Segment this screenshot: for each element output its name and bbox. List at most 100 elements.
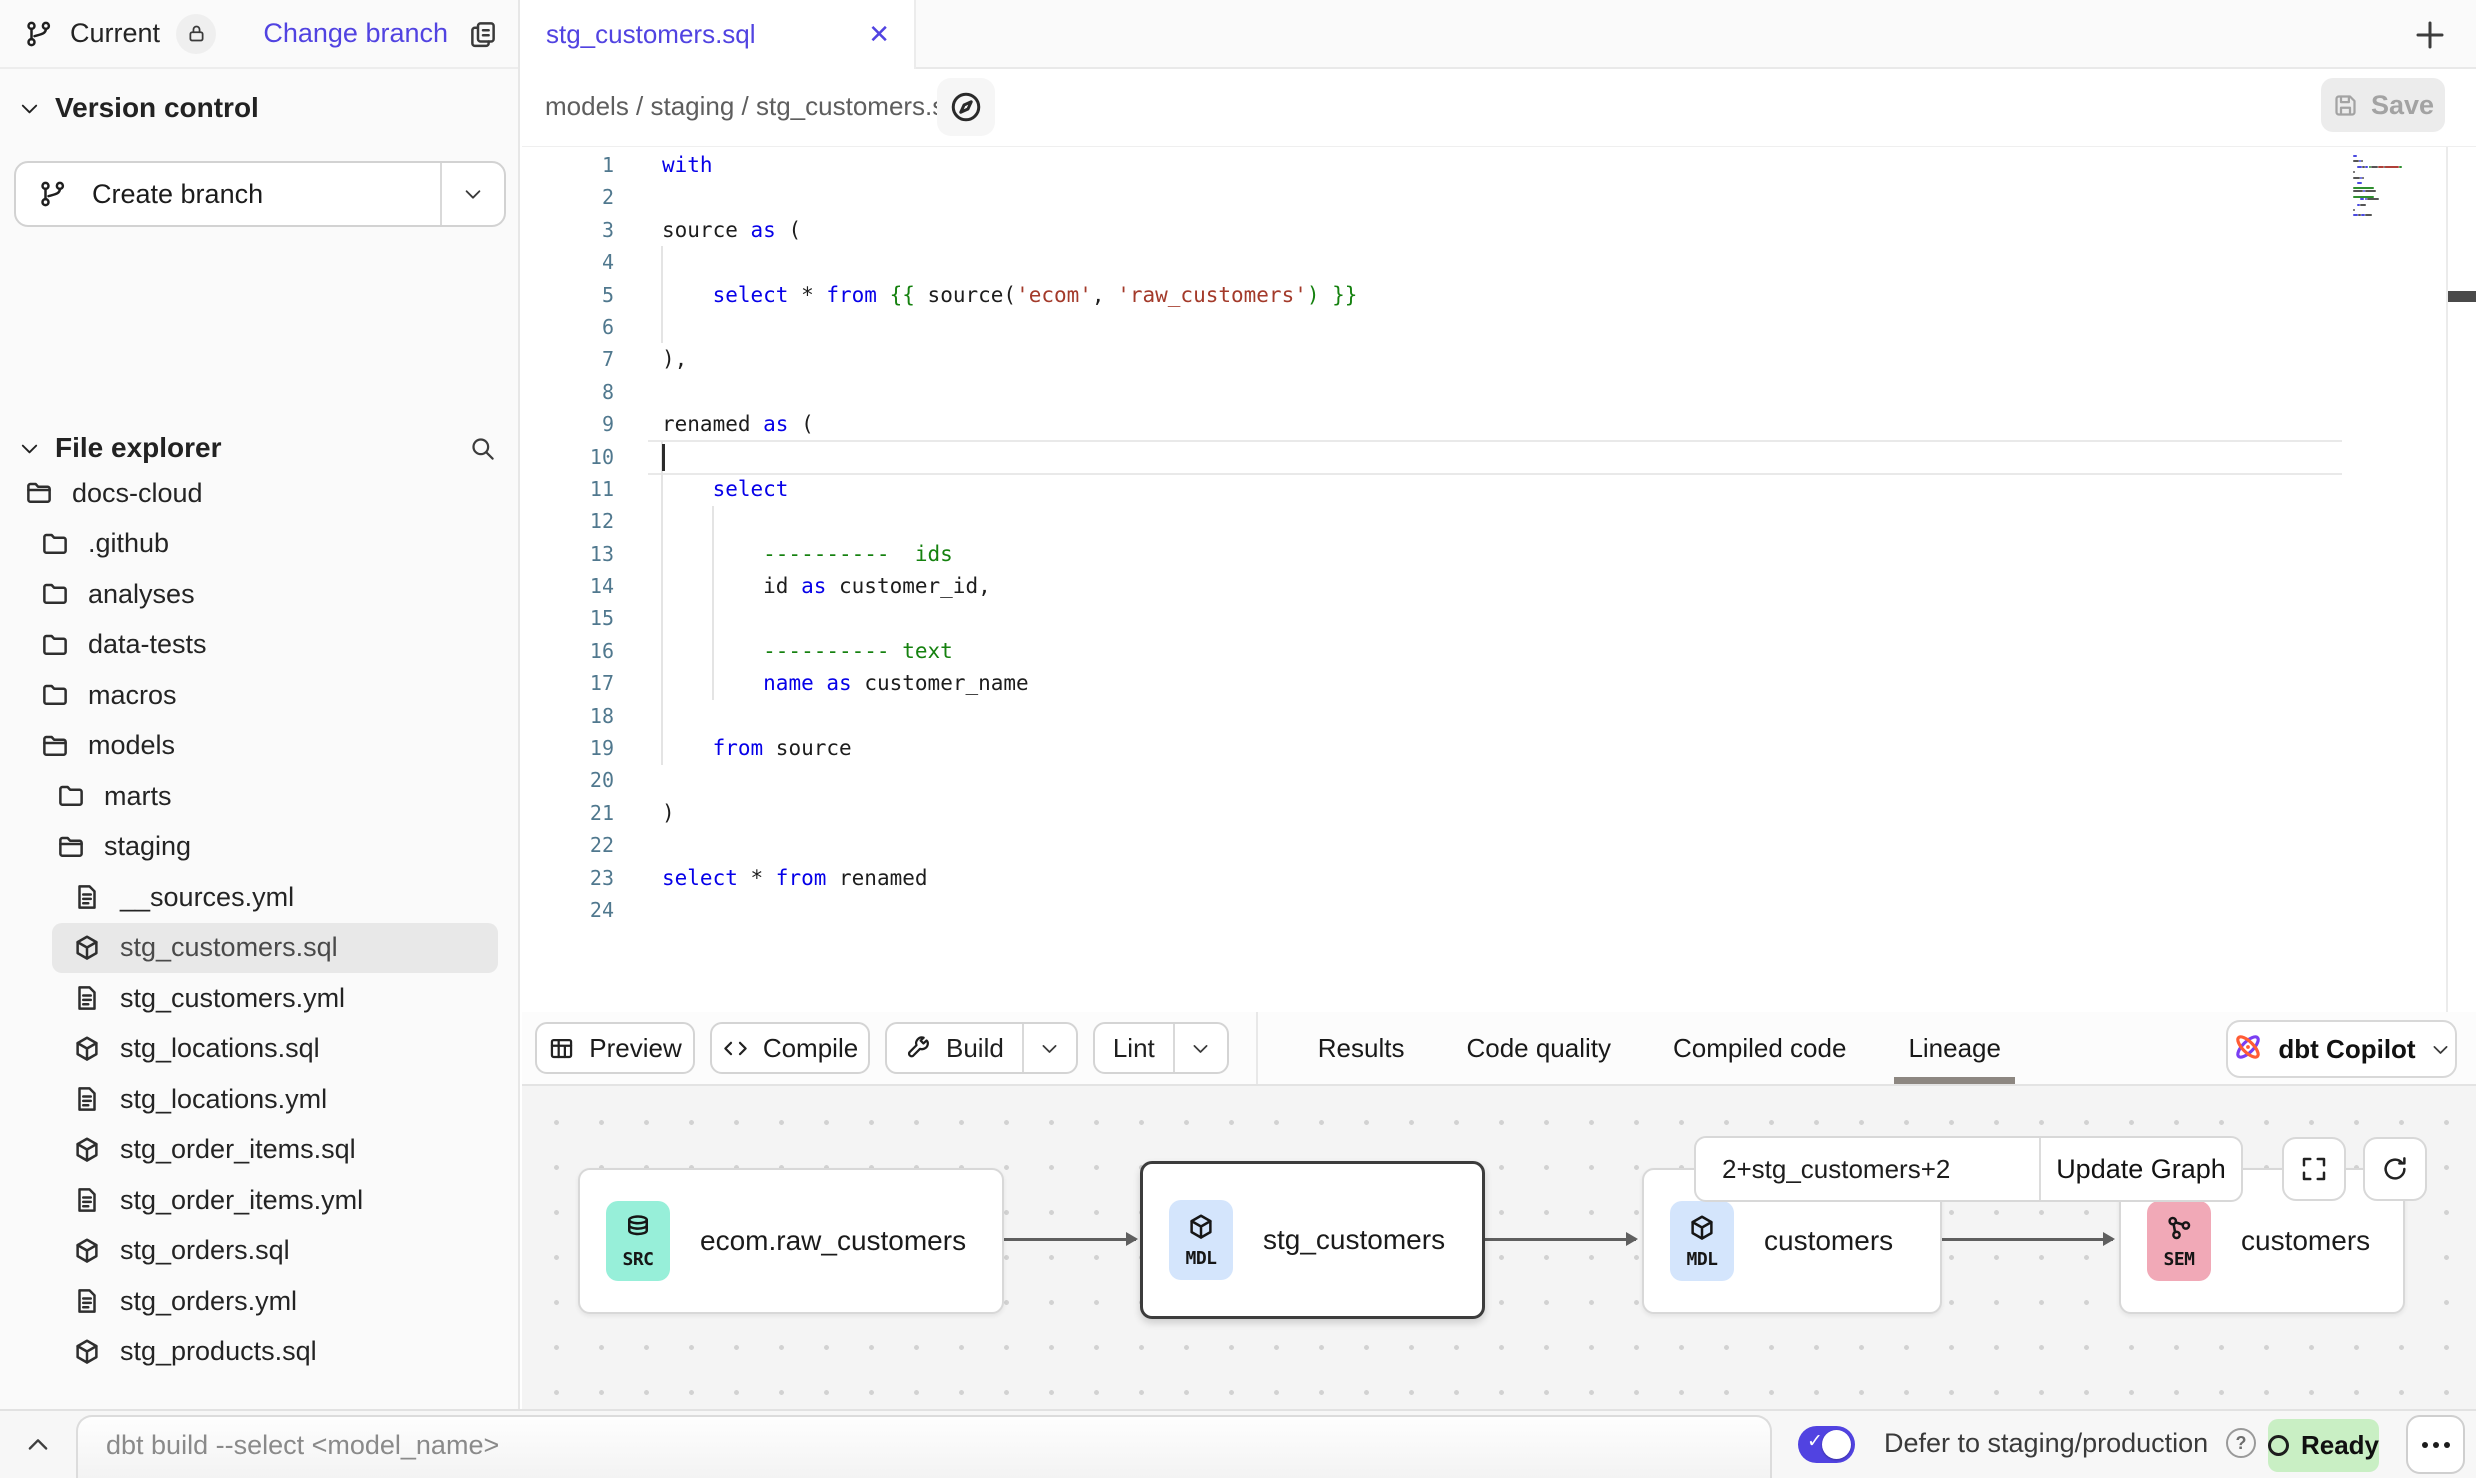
lint-button[interactable]: Lint xyxy=(1095,1024,1173,1072)
git-branch-icon xyxy=(38,179,68,209)
version-control-header[interactable]: Version control xyxy=(0,86,518,130)
code-line: 11 select xyxy=(522,473,2476,505)
expand-command-bar-button[interactable] xyxy=(24,1431,52,1459)
line-number: 20 xyxy=(522,764,614,796)
refresh-button[interactable] xyxy=(2363,1137,2427,1201)
command-input[interactable]: dbt build --select <model_name> xyxy=(76,1415,1772,1478)
file-tree-item-label: analyses xyxy=(88,579,195,610)
defer-toggle[interactable]: ✓ xyxy=(1798,1426,1855,1463)
file-tree-item-label: stg_products.sql xyxy=(120,1336,317,1367)
file-tree-item-marts[interactable]: marts xyxy=(0,771,518,822)
tab-compiled-code[interactable]: Compiled code xyxy=(1673,1012,1846,1084)
build-label: Build xyxy=(946,1033,1004,1064)
file-tree-item-stg-order-items-yml[interactable]: stg_order_items.yml xyxy=(0,1175,518,1226)
lint-dropdown[interactable] xyxy=(1173,1024,1227,1072)
toolbar-divider xyxy=(1256,1012,1258,1084)
code-text: id as customer_id, xyxy=(614,570,991,602)
lineage-edge xyxy=(1942,1238,2113,1241)
more-options-button[interactable] xyxy=(2406,1415,2465,1474)
code-line: 10 xyxy=(522,441,2476,473)
file-tree-item-stg-orders-sql[interactable]: stg_orders.sql xyxy=(0,1226,518,1277)
line-number: 4 xyxy=(522,246,614,278)
code-editor[interactable]: 1with23source as (45 select * from {{ so… xyxy=(522,147,2476,1012)
line-number: 22 xyxy=(522,829,614,861)
git-branch-icon xyxy=(24,19,54,49)
file-tree-item--github[interactable]: .github xyxy=(0,519,518,570)
change-branch-link[interactable]: Change branch xyxy=(263,18,448,49)
current-branch-label: Current xyxy=(70,18,160,49)
file-tree-item-stg-customers-yml[interactable]: stg_customers.yml xyxy=(0,973,518,1024)
file-tree-item-stg-locations-yml[interactable]: stg_locations.yml xyxy=(0,1074,518,1125)
lineage-node-stg-customers[interactable]: MDLstg_customers xyxy=(1140,1161,1485,1319)
file-icon xyxy=(72,983,102,1013)
node-type-badge: MDL xyxy=(1670,1201,1734,1281)
file-tree-item-stg-order-items-sql[interactable]: stg_order_items.sql xyxy=(0,1125,518,1176)
tab-stg-customers-sql[interactable]: stg_customers.sql ✕ xyxy=(522,0,916,69)
preview-button[interactable]: Preview xyxy=(535,1022,695,1074)
copy-icon[interactable] xyxy=(468,19,498,49)
branch-lock-chip xyxy=(176,14,216,54)
save-button[interactable]: Save xyxy=(2321,78,2445,132)
scrollbar-thumb[interactable] xyxy=(2448,291,2476,302)
build-button[interactable]: Build xyxy=(887,1024,1022,1072)
fullscreen-button[interactable] xyxy=(2282,1137,2346,1201)
file-explorer-title: File explorer xyxy=(55,432,222,464)
file-icon xyxy=(72,1185,102,1215)
create-branch-button[interactable]: Create branch xyxy=(14,161,506,227)
code-line: 24 xyxy=(522,894,2476,926)
file-tree-item-docs-cloud[interactable]: docs-cloud xyxy=(0,468,518,519)
close-icon[interactable]: ✕ xyxy=(868,19,890,50)
copilot-compass-button[interactable] xyxy=(937,78,995,136)
file-tree-item-stg-products-sql[interactable]: stg_products.sql xyxy=(0,1327,518,1378)
compile-button[interactable]: Compile xyxy=(710,1022,870,1074)
file-tree-item-label: models xyxy=(88,730,175,761)
line-number: 13 xyxy=(522,538,614,570)
file-tree-item-stg-orders-yml[interactable]: stg_orders.yml xyxy=(0,1276,518,1327)
code-text: select * from {{ source('ecom', 'raw_cus… xyxy=(614,279,1357,311)
file-tree-item-macros[interactable]: macros xyxy=(0,670,518,721)
node-type-label: SEM xyxy=(2163,1249,2194,1270)
tab-lineage[interactable]: Lineage xyxy=(1908,1012,2001,1084)
lineage-canvas[interactable]: SRCecom.raw_customers MDLstg_customers MDL… xyxy=(522,1086,2476,1409)
code-line: 21) xyxy=(522,797,2476,829)
code-line: 23select * from renamed xyxy=(522,862,2476,894)
more-options-icon xyxy=(2433,1442,2439,1448)
create-branch-dropdown[interactable] xyxy=(442,183,504,205)
build-dropdown[interactable] xyxy=(1022,1024,1076,1072)
breadcrumb: models / staging / stg_customers.sql xyxy=(545,91,966,122)
code-line: 12 xyxy=(522,505,2476,537)
create-branch-main[interactable]: Create branch xyxy=(16,163,440,225)
code-text xyxy=(614,311,662,343)
new-tab-button[interactable] xyxy=(2412,17,2448,53)
code-text xyxy=(614,894,662,926)
file-tree-item--sources-yml[interactable]: __sources.yml xyxy=(0,872,518,923)
line-number: 19 xyxy=(522,732,614,764)
model-cube-icon xyxy=(1186,1212,1216,1242)
folder-icon xyxy=(40,630,70,660)
check-icon: ✓ xyxy=(1807,1430,1823,1453)
update-graph-button[interactable]: Update Graph xyxy=(2041,1138,2241,1200)
code-text xyxy=(614,764,662,796)
build-split-button[interactable]: Build xyxy=(885,1022,1078,1074)
file-tree-item-analyses[interactable]: analyses xyxy=(0,569,518,620)
line-number: 8 xyxy=(522,376,614,408)
file-tree-item-staging[interactable]: staging xyxy=(0,822,518,873)
minimap-divider xyxy=(2446,147,2448,1012)
file-tree-item-models[interactable]: models xyxy=(0,721,518,772)
lint-split-button[interactable]: Lint xyxy=(1093,1022,1229,1074)
tab-code-quality[interactable]: Code quality xyxy=(1466,1012,1611,1084)
file-explorer-header[interactable]: File explorer xyxy=(0,426,518,470)
line-number: 6 xyxy=(522,311,614,343)
lineage-selector-input[interactable]: 2+stg_customers+2 xyxy=(1696,1138,2039,1200)
search-icon[interactable] xyxy=(469,435,496,462)
status-badge[interactable]: Ready xyxy=(2268,1419,2379,1472)
file-tree-item-stg-customers-sql[interactable]: stg_customers.sql xyxy=(52,923,498,974)
lineage-node-ecom-raw-customers[interactable]: SRCecom.raw_customers xyxy=(578,1168,1004,1314)
chevron-down-icon xyxy=(2430,1039,2451,1060)
dbt-copilot-button[interactable]: dbt Copilot xyxy=(2226,1020,2457,1078)
code-icon xyxy=(722,1035,749,1062)
file-tree-item-stg-locations-sql[interactable]: stg_locations.sql xyxy=(0,1024,518,1075)
tab-results[interactable]: Results xyxy=(1318,1012,1405,1084)
file-tree-item-data-tests[interactable]: data-tests xyxy=(0,620,518,671)
chevron-down-icon xyxy=(1039,1038,1060,1059)
